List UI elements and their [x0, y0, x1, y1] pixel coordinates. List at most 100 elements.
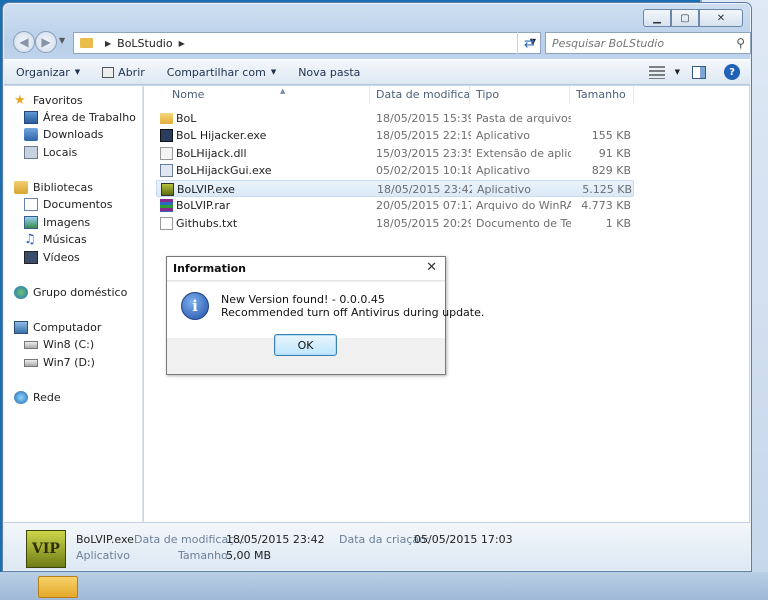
taskbar-area: [0, 572, 768, 600]
dialog-close-button[interactable]: ✕: [426, 260, 437, 275]
sidebar-item-drive-c[interactable]: Win8 (C:): [24, 338, 94, 351]
caption-buttons: ▁ ▢ ✕: [643, 9, 743, 27]
details-pane: VIP BoLVIP.exe Aplicativo Data de modifi…: [4, 522, 750, 570]
column-date[interactable]: Data de modificaç...: [370, 86, 470, 104]
dialog-message-line2: Recommended turn off Antivirus during up…: [221, 306, 485, 319]
file-name: Githubs.txt: [176, 217, 238, 230]
file-row[interactable]: BoLHijack.dll 15/03/2015 23:35 Extensão …: [156, 145, 634, 162]
desktop-icon: [24, 111, 38, 124]
column-size[interactable]: Tamanho: [570, 86, 634, 104]
file-size: 91 KB: [598, 147, 631, 160]
column-name[interactable]: Nome ▲: [166, 86, 370, 104]
sidebar-item-label: Rede: [33, 391, 61, 404]
sidebar-item-videos[interactable]: Vídeos: [24, 251, 80, 264]
recent-pages-dropdown[interactable]: ▼: [59, 36, 65, 45]
sidebar-item-label: Win7 (D:): [43, 356, 95, 369]
documents-icon: [24, 198, 38, 211]
file-row[interactable]: BoL 18/05/2015 15:39 Pasta de arquivos: [156, 110, 634, 127]
details-created-value: 05/05/2015 17:03: [414, 533, 513, 546]
dialog-body: i New Version found! - 0.0.0.45 Recommen…: [167, 282, 484, 338]
folder-icon: [80, 38, 93, 48]
sidebar-item-favorites[interactable]: ★ Favoritos: [14, 94, 83, 107]
file-date: 20/05/2015 07:17: [376, 199, 471, 212]
sidebar-item-places[interactable]: Locais: [24, 146, 77, 159]
network-icon: [14, 391, 28, 404]
minimize-button[interactable]: ▁: [643, 9, 671, 27]
file-type: Documento de Te...: [476, 217, 571, 230]
file-name: BoL Hijacker.exe: [176, 129, 267, 142]
library-icon: [14, 181, 28, 194]
open-button[interactable]: Abrir: [102, 66, 145, 79]
file-date: 18/05/2015 22:19: [376, 129, 471, 142]
ok-button[interactable]: OK: [274, 334, 337, 356]
file-date: 18/05/2015 23:42: [377, 183, 472, 196]
file-size: [576, 110, 631, 127]
file-type: Aplicativo: [476, 129, 531, 142]
sidebar-item-label: Computador: [33, 321, 102, 334]
file-type: Aplicativo: [476, 164, 531, 177]
file-row[interactable]: BoLHijackGui.exe 05/02/2015 10:18 Aplica…: [156, 162, 634, 179]
chevron-down-icon[interactable]: ▼: [675, 68, 680, 76]
column-type[interactable]: Tipo: [470, 86, 570, 104]
column-label: Nome: [172, 88, 205, 101]
file-row[interactable]: BoL Hijacker.exe 18/05/2015 22:19 Aplica…: [156, 127, 634, 144]
preview-pane-icon[interactable]: [692, 65, 706, 79]
file-row[interactable]: BoLVIP.rar 20/05/2015 07:17 Arquivo do W…: [156, 197, 634, 214]
view-options-icon[interactable]: [648, 65, 665, 79]
file-type: Pasta de arquivos: [476, 112, 571, 125]
sidebar-item-music[interactable]: ♫ Músicas: [24, 233, 87, 246]
search-input[interactable]: [552, 36, 722, 50]
file-size: 4.773 KB: [581, 199, 631, 212]
sidebar-item-images[interactable]: Imagens: [24, 216, 90, 229]
recent-places-icon: [24, 146, 38, 159]
file-row-selected[interactable]: BoLVIP.exe 18/05/2015 23:42 Aplicativo 5…: [156, 180, 634, 197]
sidebar-item-homegroup[interactable]: Grupo doméstico: [14, 286, 127, 299]
file-size: 155 KB: [591, 129, 631, 142]
help-icon[interactable]: ?: [724, 64, 740, 80]
chevron-right-icon[interactable]: ▶: [105, 39, 111, 48]
drive-icon: [24, 340, 38, 349]
sidebar-item-documents[interactable]: Documentos: [24, 198, 112, 211]
folder-icon: [160, 113, 173, 124]
navigation-bar: ◀ ▶ ▼ ▶ BoLStudio ▶ ▼ ⇄ ⚲: [11, 31, 751, 55]
text-file-icon: [160, 217, 173, 230]
dialog-title: Information: [173, 262, 246, 275]
back-button[interactable]: ◀: [13, 31, 35, 53]
chevron-down-icon: ▼: [74, 68, 81, 76]
sidebar-item-label: Vídeos: [43, 251, 80, 264]
videos-icon: [24, 251, 38, 264]
column-label: Data de modificaç...: [376, 88, 470, 101]
file-date: 18/05/2015 20:29: [376, 217, 471, 230]
sidebar-item-label: Músicas: [43, 233, 87, 246]
info-icon: i: [181, 292, 209, 320]
search-box[interactable]: ⚲: [545, 32, 751, 54]
refresh-button[interactable]: ⇄: [517, 32, 541, 54]
organize-button[interactable]: Organizar ▼: [16, 66, 80, 79]
new-folder-button[interactable]: Nova pasta: [298, 66, 360, 79]
forward-button[interactable]: ▶: [35, 31, 57, 53]
exe-icon: [160, 129, 173, 142]
search-icon[interactable]: ⚲: [736, 36, 745, 50]
file-row[interactable]: Githubs.txt 18/05/2015 20:29 Documento d…: [156, 215, 634, 232]
vip-app-icon: [161, 183, 174, 196]
application-icon: [160, 164, 173, 177]
sidebar-item-label: Imagens: [43, 216, 91, 229]
sidebar-item-desktop[interactable]: Área de Trabalho: [24, 111, 136, 124]
chevron-right-icon[interactable]: ▶: [179, 39, 185, 48]
file-name: BoLHijack.dll: [176, 147, 247, 160]
sidebar-item-drive-d[interactable]: Win7 (D:): [24, 356, 95, 369]
star-icon: ★: [14, 93, 26, 108]
sidebar-item-downloads[interactable]: Downloads: [24, 128, 103, 141]
sidebar-item-libraries[interactable]: Bibliotecas: [14, 181, 93, 194]
file-size: 829 KB: [591, 164, 631, 177]
command-bar: Organizar ▼ Abrir Compartilhar com ▼ Nova …: [4, 59, 750, 85]
information-dialog: Information ✕ i New Version found! - 0.0…: [166, 256, 484, 375]
file-size: 1 KB: [605, 217, 631, 230]
maximize-button[interactable]: ▢: [671, 9, 699, 27]
address-bar[interactable]: ▶ BoLStudio ▶ ▼: [73, 32, 541, 54]
sidebar-item-network[interactable]: Rede: [14, 391, 61, 404]
share-button[interactable]: Compartilhar com ▼: [167, 66, 276, 79]
sidebar-item-computer[interactable]: Computador: [14, 321, 101, 334]
close-button[interactable]: ✕: [699, 9, 743, 27]
breadcrumb-bolstudio[interactable]: BoLStudio: [117, 37, 172, 50]
